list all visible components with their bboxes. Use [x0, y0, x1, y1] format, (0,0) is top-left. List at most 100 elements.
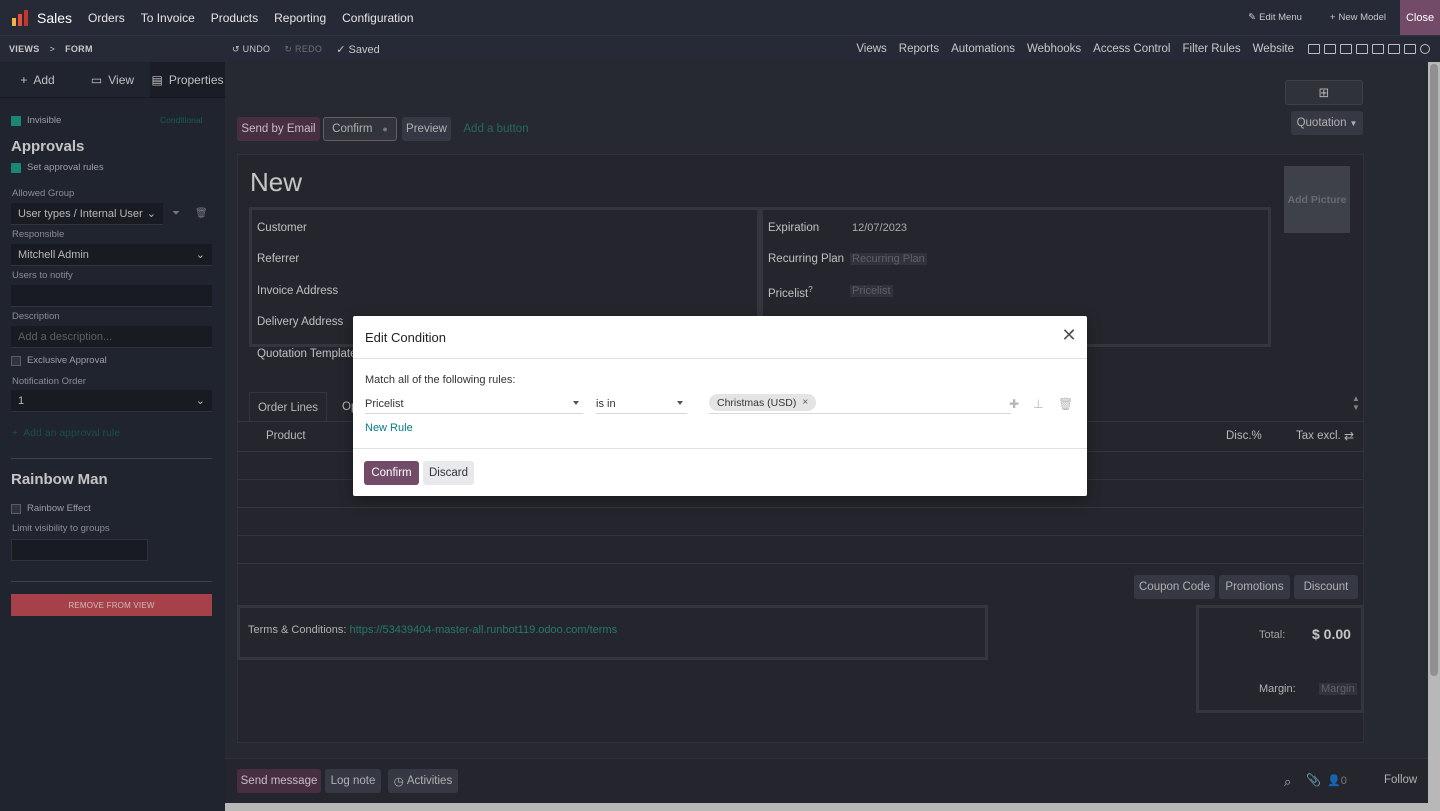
set-approval-rules-checkbox[interactable]	[11, 162, 21, 173]
responsible-select[interactable]: Mitchell Admin ⌄	[11, 244, 212, 266]
col-product[interactable]: Product	[266, 430, 306, 442]
preview-button[interactable]: Preview	[402, 117, 451, 141]
rainbow-effect-option[interactable]: Rainbow Effect	[11, 503, 91, 514]
kanban-view-icon[interactable]	[1340, 44, 1352, 54]
conditional-link[interactable]: Conditional	[160, 115, 203, 125]
new-rule-link[interactable]: New Rule	[365, 422, 413, 434]
help-icon[interactable]: ?	[808, 285, 812, 294]
delete-rule-icon[interactable]: 🗑	[1058, 397, 1073, 411]
rainbow-effect-checkbox[interactable]	[11, 503, 21, 514]
confirm-button[interactable]: Confirm ●	[323, 117, 397, 141]
new-model-link[interactable]: + New Model	[1316, 12, 1400, 23]
breadcrumb-views[interactable]: VIEWS	[9, 44, 40, 54]
send-message-button[interactable]: Send message	[237, 769, 321, 793]
rule-value-input[interactable]	[709, 413, 1011, 414]
rule-operator-select[interactable]: is in	[596, 394, 687, 414]
form-view-icon[interactable]	[1308, 44, 1320, 54]
menu-reporting[interactable]: Reporting	[266, 11, 334, 25]
column-settings-icon[interactable]: ⇄	[1344, 429, 1354, 443]
add-rule-icon[interactable]: ✚	[1009, 397, 1019, 411]
add-approval-rule-label: Add an approval rule	[23, 427, 121, 439]
studio-automations-link[interactable]: Automations	[945, 43, 1021, 55]
studio-filter-rules-link[interactable]: Filter Rules	[1177, 43, 1247, 55]
undo-button[interactable]: ↺ UNDO	[232, 44, 270, 55]
coupon-code-button[interactable]: Coupon Code	[1134, 575, 1215, 599]
main-scrollbar[interactable]	[1428, 62, 1440, 803]
allowed-group-select[interactable]: User types / Internal User ⌄	[11, 203, 163, 225]
dialog-discard-button[interactable]: Discard	[423, 461, 474, 485]
rule-field-select[interactable]: Pricelist	[365, 394, 583, 414]
add-picture-placeholder[interactable]: Add Picture	[1284, 166, 1350, 233]
studio-views-link[interactable]: Views	[850, 43, 892, 55]
follow-button[interactable]: Follow	[1384, 774, 1417, 786]
studio-webhooks-link[interactable]: Webhooks	[1021, 43, 1087, 55]
close-icon[interactable]: ✕	[1061, 326, 1077, 344]
tab-order-lines[interactable]: Order Lines	[249, 392, 327, 422]
col-disc[interactable]: Disc.%	[1226, 430, 1262, 442]
exclusive-approval-checkbox[interactable]	[11, 355, 21, 366]
add-a-button-link[interactable]: Add a button	[461, 117, 531, 141]
app-logo[interactable]: Sales	[0, 0, 80, 35]
close-studio-button[interactable]: Close	[1400, 0, 1440, 35]
recurring-plan-field[interactable]: Recurring Plan	[850, 253, 927, 265]
studio-website-link[interactable]: Website	[1247, 43, 1300, 55]
promotions-button[interactable]: Promotions	[1219, 575, 1290, 599]
record-title[interactable]: New	[250, 167, 302, 198]
menu-products[interactable]: Products	[203, 11, 266, 25]
terms-link[interactable]: https://53439404-master-all.runbot119.od…	[350, 624, 618, 636]
add-status-button[interactable]: ⊞	[1285, 80, 1363, 105]
tab-add[interactable]: + Add	[0, 62, 75, 97]
description-placeholder: Add a description...	[18, 330, 113, 343]
dialog-confirm-button[interactable]: Confirm	[364, 461, 419, 485]
send-by-email-button[interactable]: Send by Email	[237, 117, 320, 141]
tab-view-label: View	[108, 72, 135, 87]
activities-button[interactable]: ◷ Activities	[388, 769, 458, 793]
exclusive-approval-option[interactable]: Exclusive Approval	[11, 355, 107, 366]
followers-button[interactable]: 👤0	[1327, 774, 1347, 787]
status-quotation-dropdown[interactable]: Quotation ▼	[1291, 111, 1363, 135]
trash-icon[interactable]: 🗑	[195, 208, 208, 219]
add-branch-icon[interactable]: ⊥	[1033, 397, 1043, 411]
table-row	[237, 535, 1364, 536]
add-approval-rule-link[interactable]: + Add an approval rule	[12, 427, 120, 439]
search-icon[interactable]: ⌕	[1284, 774, 1291, 790]
studio-reports-link[interactable]: Reports	[893, 43, 945, 55]
app-name[interactable]: Sales	[37, 10, 72, 26]
invisible-checkbox[interactable]	[11, 115, 21, 126]
remove-tag-icon[interactable]: ×	[802, 397, 808, 408]
menu-to-invoice[interactable]: To Invoice	[133, 11, 203, 25]
col-tax-excl[interactable]: Tax excl.	[1296, 430, 1341, 442]
menu-configuration[interactable]: Configuration	[334, 11, 421, 25]
margin-field[interactable]: Margin	[1319, 683, 1357, 695]
list-view-icon[interactable]	[1324, 44, 1336, 54]
discount-button[interactable]: Discount	[1294, 575, 1358, 599]
invisible-option[interactable]: Invisible	[11, 115, 61, 126]
paperclip-icon[interactable]: 📎	[1306, 773, 1321, 787]
tab-properties[interactable]: ▤ Properties	[150, 62, 225, 97]
redo-button[interactable]: ↻ REDO	[284, 44, 322, 55]
totals-box[interactable]: Total: $ 0.00 Margin: Margin	[1196, 605, 1364, 713]
log-note-button[interactable]: Log note	[325, 769, 381, 793]
terms-conditions-box[interactable]: Terms & Conditions: https://53439404-mas…	[237, 605, 988, 660]
studio-access-control-link[interactable]: Access Control	[1087, 43, 1176, 55]
pivot-view-icon[interactable]	[1388, 44, 1400, 54]
horizontal-scrollbar[interactable]	[225, 803, 1440, 811]
calendar-view-icon[interactable]	[1356, 44, 1368, 54]
filter-icon[interactable]: ⏷	[172, 208, 180, 219]
activity-view-icon[interactable]	[1404, 44, 1416, 54]
description-input[interactable]: Add a description...	[11, 326, 212, 348]
tab-view[interactable]: ▭ View	[75, 62, 150, 97]
scrollbar-thumb[interactable]	[1430, 64, 1438, 676]
notification-order-select[interactable]: 1 ⌄	[11, 390, 212, 412]
remove-from-view-button[interactable]: REMOVE FROM VIEW	[11, 594, 212, 616]
menu-orders[interactable]: Orders	[80, 11, 133, 25]
expiration-value[interactable]: 12/07/2023	[852, 222, 907, 234]
edit-menu-link[interactable]: ✎ Edit Menu	[1234, 12, 1316, 23]
set-approval-rules-option[interactable]: Set approval rules	[11, 162, 104, 173]
pricelist-field[interactable]: Pricelist	[850, 285, 893, 297]
limit-visibility-input[interactable]	[11, 539, 148, 561]
graph-view-icon[interactable]	[1372, 44, 1384, 54]
scroll-arrows-icon[interactable]: ▲ ▼	[1352, 394, 1360, 412]
users-to-notify-input[interactable]	[11, 285, 212, 307]
search-view-icon[interactable]	[1420, 44, 1430, 54]
